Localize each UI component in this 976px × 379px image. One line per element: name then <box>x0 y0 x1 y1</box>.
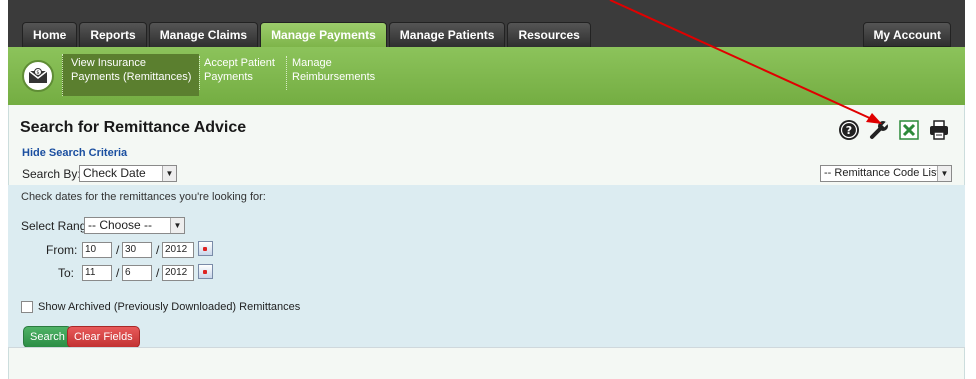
page-title: Search for Remittance Advice <box>20 119 247 136</box>
subnav-label-line1: Manage <box>292 57 332 69</box>
subnav-label-line1: Accept Patient <box>204 57 275 69</box>
select-range-dropdown[interactable]: -- Choose -- ▼ <box>84 217 185 234</box>
tab-reports[interactable]: Reports <box>79 22 147 47</box>
tab-manage-patients[interactable]: Manage Patients <box>388 22 506 47</box>
subnav-manage-reimbursements[interactable]: Manage Reimbursements <box>292 56 375 84</box>
tab-manage-claims[interactable]: Manage Claims <box>148 22 259 47</box>
subnav-label-line2: Reimbursements <box>292 71 376 83</box>
svg-text:$: $ <box>36 70 39 76</box>
from-label: From: <box>46 243 78 257</box>
select-range-value: -- Choose -- <box>88 218 153 232</box>
subnav-label-line2: Payments (Remittances) <box>71 71 192 83</box>
wrench-icon[interactable] <box>868 119 890 141</box>
search-criteria: Check dates for the remittances you're l… <box>8 185 965 348</box>
remittance-code-list-value: -- Remittance Code List -- <box>824 167 950 179</box>
chevron-down-icon: ▼ <box>170 218 184 233</box>
top-nav-bar: Home Reports Manage Claims Manage Paymen… <box>8 0 965 47</box>
hide-search-criteria-link[interactable]: Hide Search Criteria <box>22 147 127 159</box>
print-icon[interactable] <box>928 119 950 141</box>
chevron-down-icon: ▼ <box>162 166 176 181</box>
main-tabs: Home Reports Manage Claims Manage Paymen… <box>22 22 591 47</box>
toolbar-icons: ? <box>838 119 950 141</box>
from-month-input[interactable]: 10 <box>82 242 112 258</box>
help-icon[interactable]: ? <box>838 119 860 141</box>
divider <box>8 347 965 348</box>
tab-resources[interactable]: Resources <box>507 22 591 47</box>
my-account-button[interactable]: My Account <box>863 22 951 47</box>
from-day-input[interactable]: 30 <box>122 242 152 258</box>
sub-nav: $ View Insurance Payments (Remittances) … <box>8 47 965 105</box>
date-separator: / <box>116 243 120 257</box>
svg-text:?: ? <box>846 124 852 137</box>
subnav-divider <box>286 56 287 90</box>
clear-fields-button[interactable]: Clear Fields <box>67 326 140 348</box>
excel-icon[interactable] <box>898 119 920 141</box>
to-year-input[interactable]: 2012 <box>162 265 194 281</box>
calendar-icon[interactable] <box>198 241 213 256</box>
subnav-divider <box>199 56 200 90</box>
remittance-code-list-select[interactable]: -- Remittance Code List -- ▼ <box>820 165 952 182</box>
subnav-label-line2: Payments <box>204 71 253 83</box>
subnav-accept-patient-payments[interactable]: Accept Patient Payments <box>204 56 275 84</box>
to-label: To: <box>58 266 75 280</box>
search-by-label: Search By: <box>22 167 81 181</box>
chevron-down-icon: ▼ <box>937 166 951 181</box>
subnav-view-insurance-payments[interactable]: View Insurance Payments (Remittances) <box>62 54 200 96</box>
to-month-input[interactable]: 11 <box>82 265 112 281</box>
subnav-label-line1: View Insurance <box>71 57 147 69</box>
date-separator: / <box>156 266 160 280</box>
from-year-input[interactable]: 2012 <box>162 242 194 258</box>
tab-home[interactable]: Home <box>22 22 78 47</box>
search-button[interactable]: Search <box>23 326 72 348</box>
tab-manage-payments[interactable]: Manage Payments <box>260 22 387 47</box>
calendar-icon[interactable] <box>198 264 213 279</box>
show-archived-checkbox[interactable] <box>21 301 33 313</box>
search-by-select[interactable]: Check Date ▼ <box>79 165 177 182</box>
date-separator: / <box>116 266 120 280</box>
date-separator: / <box>156 243 160 257</box>
to-day-input[interactable]: 6 <box>122 265 152 281</box>
criteria-hint: Check dates for the remittances you're l… <box>21 191 266 203</box>
show-archived-label: Show Archived (Previously Downloaded) Re… <box>38 301 301 313</box>
money-envelope-icon: $ <box>22 60 54 92</box>
search-by-value: Check Date <box>83 166 146 180</box>
